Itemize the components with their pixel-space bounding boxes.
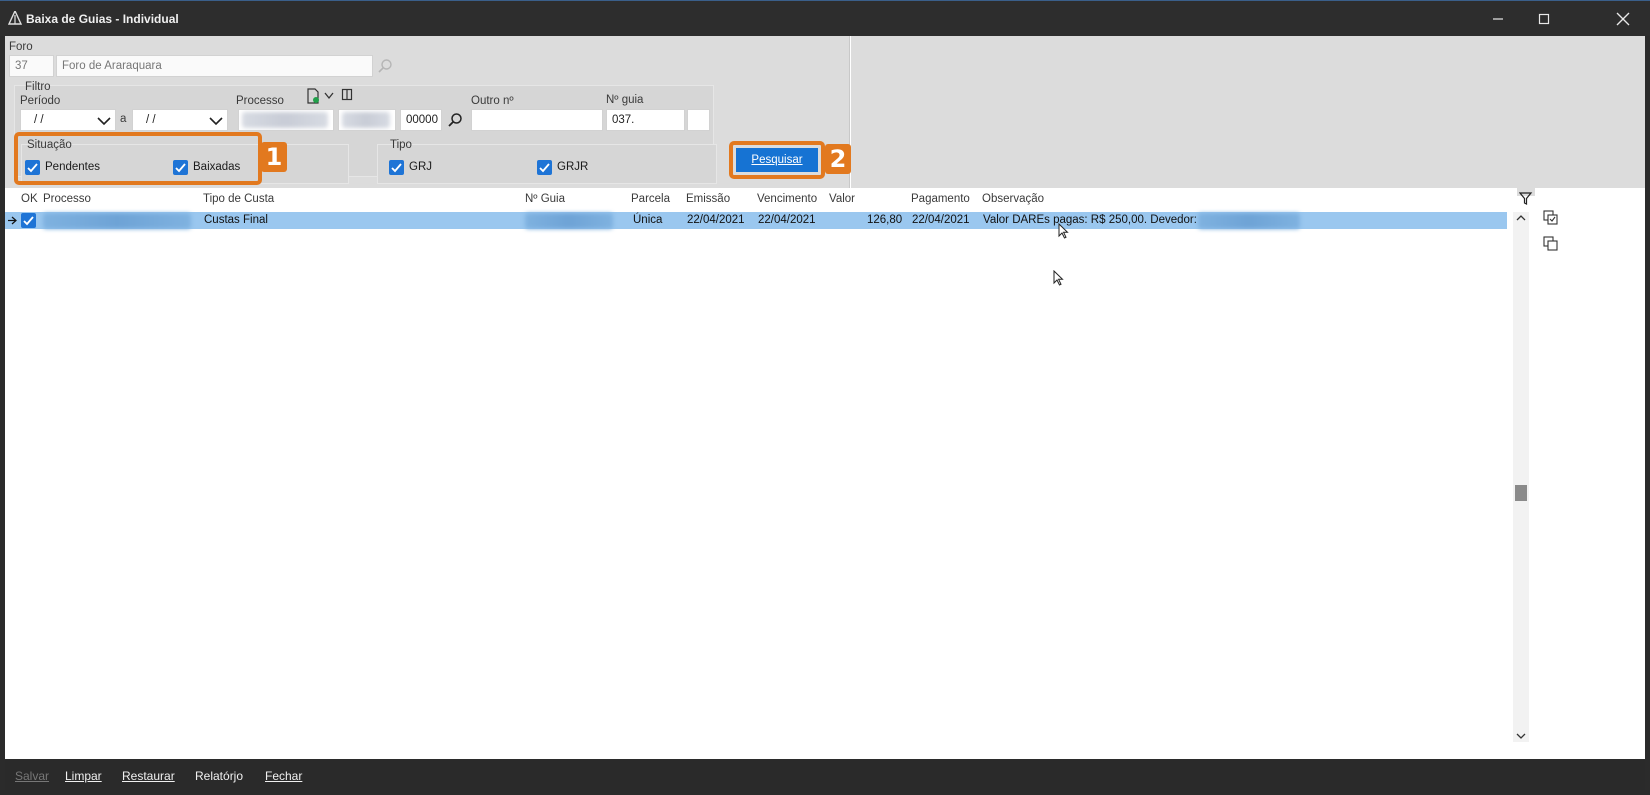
chevron-down-icon[interactable] [324, 92, 334, 100]
chevron-down-icon[interactable] [1516, 732, 1526, 740]
row-valor: 126,80 [867, 214, 903, 226]
mouse-cursor-icon [1058, 223, 1069, 239]
close-icon [1616, 12, 1630, 26]
title-bar: Baixa de Guias - Individual [0, 0, 1650, 36]
app-logo-icon [8, 11, 22, 25]
window-title: Baixa de Guias - Individual [26, 12, 179, 26]
foro-code-field[interactable]: 37 [9, 55, 54, 77]
row-ok-checkbox[interactable] [21, 213, 36, 228]
scrollbar-thumb[interactable] [1515, 485, 1527, 501]
column-header-valor[interactable]: Valor [829, 193, 855, 205]
periodo-from-date[interactable]: / / [20, 109, 116, 131]
column-header-pagamento[interactable]: Pagamento [911, 193, 970, 205]
foro-label: Foro [9, 41, 33, 53]
new-document-icon[interactable] [306, 88, 320, 104]
column-header-ok[interactable]: OK [21, 193, 38, 205]
chevron-up-icon[interactable] [1516, 214, 1526, 222]
foro-search-icon[interactable] [377, 58, 393, 74]
checkmark-icon [23, 216, 34, 226]
guia-label: Nº guia [606, 94, 644, 106]
grjr-label: GRJR [557, 161, 589, 173]
app-window: Baixa de Guias - Individual Foro 37 Foro… [0, 0, 1650, 795]
annotation-badge-2: 2 [825, 144, 851, 174]
right-panel [851, 36, 1645, 196]
processo-digit-field[interactable] [338, 109, 396, 131]
copy-icon[interactable] [1543, 236, 1558, 251]
row-parcela: Única [633, 214, 663, 226]
maximize-icon [1538, 13, 1550, 25]
periodo-label: Período [20, 95, 61, 107]
row-vencimento: 22/04/2021 [758, 214, 816, 226]
mouse-cursor-icon [1053, 270, 1064, 286]
processo-number-field[interactable] [238, 109, 334, 131]
close-button[interactable] [1600, 1, 1646, 37]
row-emissao: 22/04/2021 [687, 214, 745, 226]
grj-label: GRJ [409, 161, 432, 173]
side-toolbar [1519, 188, 1645, 719]
column-header-guia[interactable]: Nº Guia [525, 193, 565, 205]
column-header-parcela[interactable]: Parcela [631, 193, 670, 205]
results-grid: OK Processo Tipo de Custa Nº Guia Parcel… [5, 188, 1517, 719]
checkmark-icon [539, 163, 550, 173]
grj-checkbox[interactable] [389, 160, 404, 175]
checkmark-icon [391, 163, 402, 173]
grid-scrollbar[interactable] [1513, 212, 1529, 742]
periodo-from-value: / / [34, 114, 44, 126]
processo-suffix-field[interactable]: 00000 [400, 109, 442, 131]
filtro-label: Filtro [25, 81, 51, 93]
annotation-highlight-situacao [14, 132, 262, 185]
outro-numero-label: Outro nº [471, 95, 514, 107]
foro-name-field[interactable]: Foro de Araraquara [56, 55, 373, 77]
row-observacao: Valor DAREs pagas: R$ 250,00. Devedor: [983, 214, 1197, 226]
processo-label-text: Processo [236, 95, 284, 107]
outro-numero-field[interactable] [471, 109, 603, 131]
save-button[interactable]: Salvar [15, 769, 49, 783]
report-button[interactable]: Relatórjo [195, 769, 243, 783]
close-form-button[interactable]: Fechar [265, 769, 302, 783]
clear-button[interactable]: Limpar [65, 769, 102, 783]
bookmark-icon[interactable] [341, 88, 353, 102]
minimize-icon [1493, 18, 1503, 20]
column-header-vencimento[interactable]: Vencimento [757, 193, 817, 205]
current-row-arrow-icon [8, 216, 17, 225]
annotation-badge-1: 1 [261, 142, 287, 172]
filter-icon[interactable] [1519, 192, 1533, 206]
periodo-to-date[interactable]: / / [132, 109, 228, 131]
processo-search-icon[interactable] [447, 112, 463, 128]
column-header-emissao[interactable]: Emissão [686, 193, 730, 205]
restore-button[interactable]: Restaurar [122, 769, 175, 783]
grid-header: OK Processo Tipo de Custa Nº Guia Parcel… [5, 188, 1517, 210]
table-row[interactable]: Custas Final Única 22/04/2021 22/04/2021… [5, 212, 1507, 229]
row-pagamento: 22/04/2021 [912, 214, 970, 226]
row-tipo-custa: Custas Final [204, 214, 268, 226]
column-header-tipo-custa[interactable]: Tipo de Custa [203, 193, 274, 205]
chevron-down-icon [209, 117, 223, 126]
footer-toolbar: Salvar Limpar Restaurar Relatórjo Fechar [5, 760, 1645, 790]
client-area: Foro 37 Foro de Araraquara Filtro Períod… [5, 36, 1645, 759]
filter-panel: Foro 37 Foro de Araraquara Filtro Períod… [5, 36, 851, 196]
column-header-processo[interactable]: Processo [43, 193, 91, 205]
periodo-to-value: / / [146, 114, 156, 126]
row-guia-redacted [525, 213, 613, 229]
tipo-title: Tipo [390, 139, 412, 151]
column-header-observacao[interactable]: Observação [982, 193, 1044, 205]
maximize-button[interactable] [1521, 1, 1567, 37]
chevron-down-icon [97, 117, 111, 126]
periodo-separator: a [120, 113, 127, 125]
guia-number-field[interactable]: 037. [606, 109, 685, 131]
search-button[interactable]: Pesquisar [736, 148, 818, 172]
grjr-checkbox[interactable] [537, 160, 552, 175]
row-processo-redacted [43, 213, 191, 229]
minimize-button[interactable] [1475, 1, 1521, 37]
select-all-icon[interactable] [1543, 210, 1558, 225]
guia-extra-field[interactable] [687, 109, 710, 131]
row-devedor-redacted [1198, 213, 1300, 229]
